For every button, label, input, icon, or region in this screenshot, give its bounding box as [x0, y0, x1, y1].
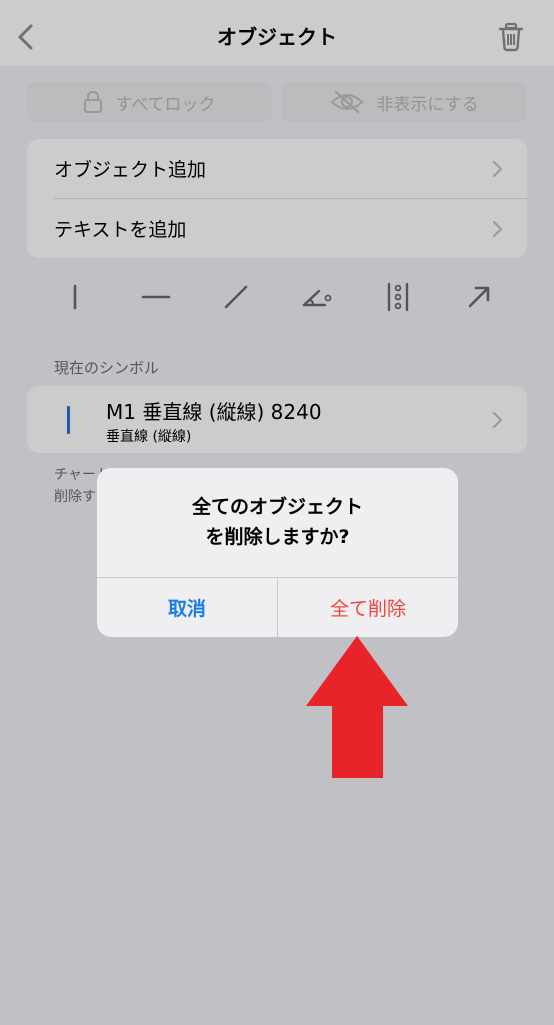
annotation-arrow-icon: [306, 636, 408, 778]
cancel-button[interactable]: 取消: [97, 578, 277, 637]
delete-all-confirm-button[interactable]: 全て削除: [278, 578, 458, 637]
dialog-title-line: を削除しますか?: [205, 526, 350, 548]
delete-confirm-dialog: 全てのオブジェクト を削除しますか? 取消 全て削除: [97, 468, 458, 637]
dialog-title-line: 全てのオブジェクト: [191, 496, 363, 518]
dialog-title: 全てのオブジェクト を削除しますか?: [97, 492, 458, 552]
